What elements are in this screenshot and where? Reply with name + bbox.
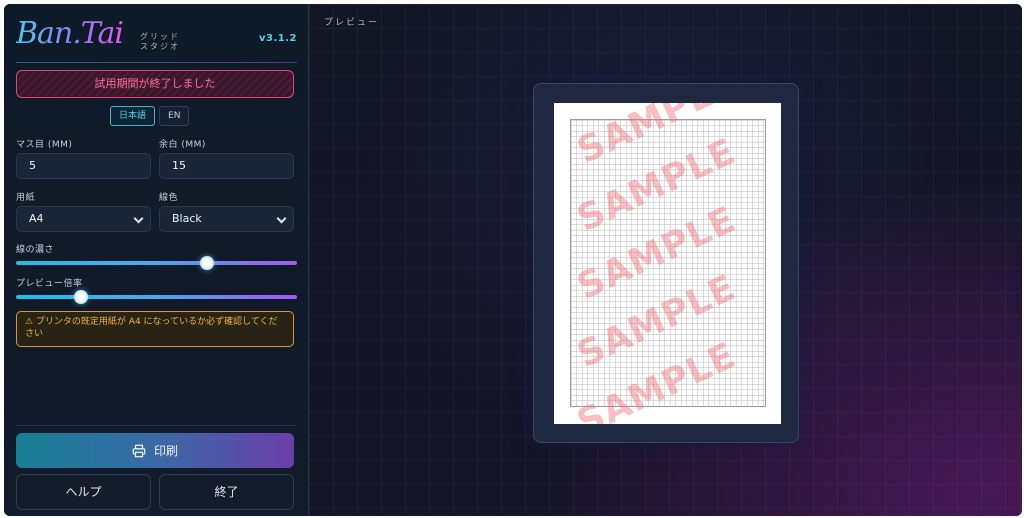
exit-button[interactable]: 終了 <box>159 474 294 510</box>
app-logo: Ban.Tai <box>16 12 124 56</box>
line-color-select-value: Black <box>172 212 202 225</box>
language-option-en[interactable]: EN <box>159 106 190 126</box>
margin-label: 余白 (MM) <box>159 140 206 150</box>
paper-preview: SAMPLE SAMPLE SAMPLE SAMPLE SAMPLE <box>554 103 781 424</box>
language-option-ja[interactable]: 日本語 <box>110 106 156 126</box>
print-button-label: 印刷 <box>153 444 178 458</box>
watermark-layer: SAMPLE SAMPLE SAMPLE SAMPLE SAMPLE <box>554 103 781 424</box>
paper-select[interactable]: A4 <box>16 206 151 232</box>
preview-zoom-slider-thumb[interactable] <box>73 290 88 304</box>
warning-text: ⚠ プリンタの既定用紙が A4 になっているか必ず確認してください <box>25 317 278 339</box>
divider <box>16 62 297 63</box>
line-color-select[interactable]: Black <box>159 206 294 232</box>
paper-label: 用紙 <box>16 193 36 203</box>
line-color-label: 線色 <box>159 193 179 203</box>
printer-icon <box>132 444 146 457</box>
brand-header: Ban.Tai グリッド スタジオ v3.1.2 <box>16 12 297 60</box>
line-darkness-label: 線の濃さ <box>16 245 55 255</box>
app-window: Ban.Tai グリッド スタジオ v3.1.2 試用期間が終了しました 日本語… <box>4 4 1022 516</box>
help-button[interactable]: ヘルプ <box>16 474 151 510</box>
trial-expired-banner: 試用期間が終了しました <box>16 70 294 98</box>
grid-size-label: マス目 (MM) <box>16 140 73 150</box>
print-button[interactable]: 印刷 <box>16 433 294 468</box>
preview-label: プレビュー <box>324 18 380 28</box>
printer-paper-warning: ⚠ プリンタの既定用紙が A4 になっているか必ず確認してください <box>16 311 294 347</box>
version-label: v3.1.2 <box>259 33 297 44</box>
line-darkness-slider[interactable] <box>16 256 297 270</box>
paper-frame: SAMPLE SAMPLE SAMPLE SAMPLE SAMPLE <box>533 83 799 443</box>
margin-input[interactable]: 15 <box>159 153 294 179</box>
preview-zoom-label: プレビュー倍率 <box>16 279 83 289</box>
paper-select-value: A4 <box>29 212 44 225</box>
settings-sidebar: Ban.Tai グリッド スタジオ v3.1.2 試用期間が終了しました 日本語… <box>4 4 309 516</box>
language-toggle: 日本語 EN <box>110 106 190 126</box>
chevron-down-icon <box>133 213 144 224</box>
preview-zoom-slider[interactable] <box>16 290 297 304</box>
chevron-down-icon <box>276 213 287 224</box>
app-subtitle: グリッド スタジオ <box>140 32 180 51</box>
line-darkness-slider-thumb[interactable] <box>200 256 215 270</box>
grid-size-input[interactable]: 5 <box>16 153 151 179</box>
preview-panel: プレビュー SAMPLE SAMPLE SAMPLE SAMPLE SAMPLE <box>309 4 1022 516</box>
divider <box>16 425 297 426</box>
